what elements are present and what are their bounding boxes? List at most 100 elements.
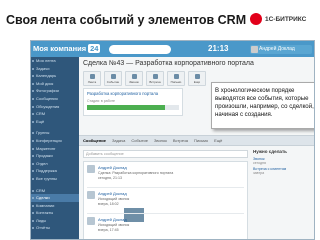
brand-logo: 1С-БИТРИКС — [250, 13, 306, 25]
toolbar-button[interactable]: Встреча — [146, 71, 164, 86]
sidebar-item[interactable]: Конференция — [31, 137, 79, 145]
todo-item-date: завтра — [253, 171, 265, 175]
bullet-icon — [32, 170, 34, 173]
feed-item-author[interactable]: Андрей Доклад — [98, 217, 127, 222]
toolbar-icon — [173, 73, 179, 79]
clock[interactable]: 21:13 — [208, 44, 228, 53]
sidebar-item-label: Сообщения — [36, 95, 58, 101]
user-menu[interactable]: Андрей Доклад — [250, 45, 312, 54]
toolbar-button-label: Звонок — [129, 79, 139, 84]
sidebar-item[interactable]: Задачи — [31, 65, 79, 73]
feed-item-author[interactable]: Андрей Доклад — [98, 191, 127, 196]
toolbar-button[interactable]: Ещё — [188, 71, 206, 86]
sidebar-item-label: Отдел — [36, 160, 48, 166]
avatar[interactable] — [87, 165, 95, 173]
bullet-icon — [32, 227, 34, 230]
feed-item-text: Сделка: Разработка корпоративного портал… — [98, 171, 174, 175]
toolbar-button-label: Встреча — [149, 79, 161, 84]
sidebar-item-label: Мой диск — [36, 80, 54, 86]
bullet-icon — [32, 219, 34, 222]
user-name: Андрей Доклад — [259, 46, 295, 52]
sidebar-item[interactable]: CRM — [31, 110, 79, 118]
deal-progress-bar — [87, 105, 179, 110]
todo-item[interactable]: Встреча с клиентом завтра — [253, 167, 313, 175]
sidebar-item[interactable]: Мой диск — [31, 80, 79, 88]
comment-input[interactable]: Добавить сообщение — [83, 150, 248, 158]
sidebar-item-label: Продажи — [36, 153, 53, 159]
sidebar-item-label: Отчёты — [36, 225, 50, 231]
sidebar-item[interactable]: Обсуждения — [31, 103, 79, 111]
toolbar-button[interactable]: Лента — [83, 71, 101, 86]
feed-tab[interactable]: Ещё — [214, 138, 222, 143]
portal-badge: 24 — [88, 44, 101, 53]
feed-tab[interactable]: Сообщение — [83, 138, 106, 143]
sidebar-item[interactable]: Маркетинг — [31, 145, 79, 153]
bullet-icon — [32, 132, 34, 135]
todo-item[interactable]: Звонок сегодня — [253, 157, 313, 165]
bullet-icon — [32, 105, 34, 108]
bullet-icon — [32, 177, 34, 180]
bullet-icon — [32, 189, 34, 192]
feed-tab[interactable]: Задача — [112, 138, 125, 143]
sidebar-item-label: Поддержка — [36, 168, 57, 174]
feed-tab[interactable]: Звонок — [154, 138, 167, 143]
feed-tab[interactable]: Событие — [131, 138, 148, 143]
feed-divider — [87, 213, 244, 214]
avatar[interactable] — [87, 217, 95, 225]
bullet-icon — [32, 162, 34, 165]
sidebar-item[interactable]: Сделки — [31, 194, 79, 202]
sidebar-item[interactable]: CRM — [31, 187, 79, 195]
main-area: Сделка №43 — Разработка корпоративного п… — [79, 57, 314, 239]
toolbar-button[interactable]: Звонок — [125, 71, 143, 86]
sidebar-item-label: Сделки — [36, 195, 50, 201]
sidebar-item-label: Контакты — [36, 210, 54, 216]
sidebar-item[interactable]: Компании — [31, 202, 79, 210]
sidebar-item-label: Моя лента — [36, 58, 56, 63]
bullet-icon — [32, 212, 34, 215]
sidebar-item[interactable]: Отдел — [31, 160, 79, 168]
sidebar-item[interactable]: Сообщения — [31, 95, 79, 103]
portal-name[interactable]: Моя компания 24 — [33, 44, 101, 53]
sidebar-item-label: Компании — [36, 202, 55, 208]
avatar[interactable] — [87, 191, 95, 199]
top-bar: Моя компания 24 21:13 Андрей Доклад — [31, 41, 314, 57]
feed-tab[interactable]: Встреча — [173, 138, 188, 143]
toolbar-button-label: Лента — [87, 79, 97, 84]
bullet-icon — [32, 204, 34, 207]
brand-logo-icon — [250, 13, 262, 25]
feed-tab[interactable]: Письмо — [194, 138, 208, 143]
sidebar-item[interactable]: Отчёты — [31, 224, 79, 232]
sidebar-item[interactable]: Фотографии — [31, 87, 79, 95]
sidebar: Моя лента Задачи Календарь Мой диск Фотограф… — [31, 57, 79, 239]
photo-thumbnail[interactable] — [124, 208, 144, 222]
sidebar-item[interactable]: Контакты — [31, 209, 79, 217]
bullet-icon — [32, 90, 34, 93]
sidebar-item[interactable]: Лиды — [31, 217, 79, 225]
search-input[interactable] — [109, 45, 171, 54]
bullet-icon — [32, 120, 34, 123]
feed-item-author[interactable]: Андрей Доклад — [98, 165, 127, 170]
sidebar-item[interactable]: Группы — [31, 129, 79, 137]
bullet-icon — [32, 97, 34, 100]
sidebar-item[interactable]: Продажи — [31, 152, 79, 160]
sidebar-item[interactable]: Ещё — [31, 118, 79, 126]
toolbar-button-label: Письмо — [170, 79, 182, 84]
todo-item-date: сегодня — [253, 161, 266, 165]
sidebar-item[interactable]: Моя лента — [31, 57, 79, 65]
todo-title: Нужно сделать — [253, 149, 287, 154]
sidebar-item[interactable]: Поддержка — [31, 167, 79, 175]
brand-name: 1С-БИТРИКС — [265, 15, 307, 23]
feed-item-text: Исходящий звонок — [98, 223, 130, 227]
sidebar-item[interactable]: Календарь — [31, 72, 79, 80]
feed-item-time: вчера, 18:02 — [98, 202, 119, 206]
toolbar-button[interactable]: Событие — [104, 71, 122, 86]
bullet-icon — [32, 113, 34, 116]
sidebar-item-label: Конференция — [36, 137, 62, 143]
deal-card-title[interactable]: Разработка корпоративного портала — [87, 91, 158, 96]
deal-card-stage: Стадия: в работе — [87, 99, 115, 103]
bullet-icon — [32, 155, 34, 158]
toolbar-button[interactable]: Письмо — [167, 71, 185, 86]
sidebar-item[interactable]: Все группы — [31, 175, 79, 183]
bullet-icon — [32, 147, 34, 150]
portal-name-label: Моя компания — [33, 44, 87, 53]
